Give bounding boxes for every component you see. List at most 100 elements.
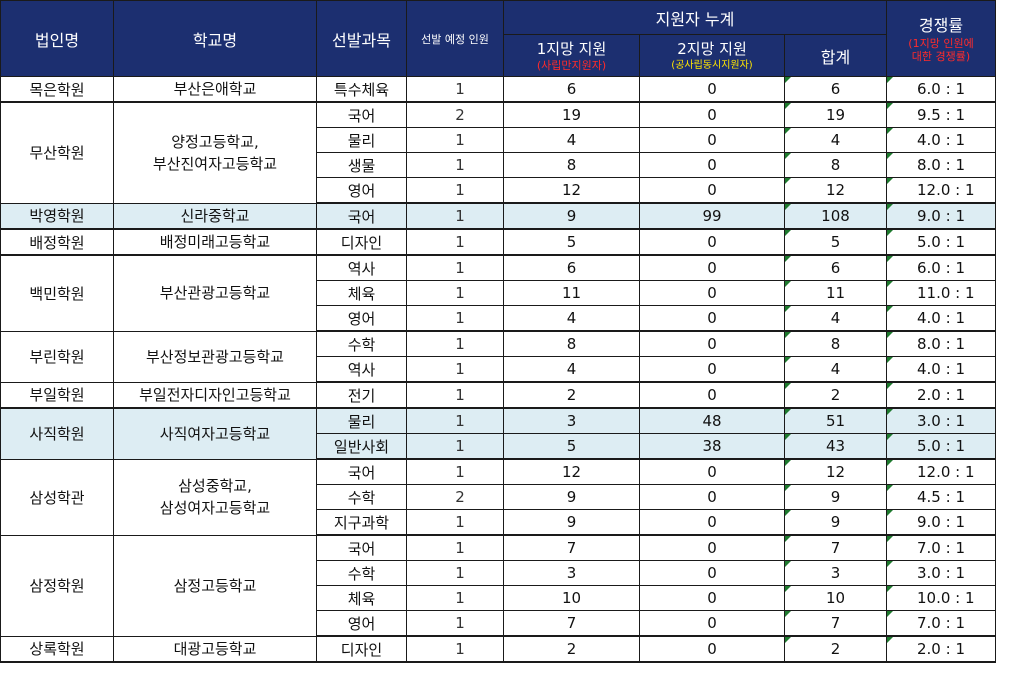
- total-cell: 7: [784, 610, 887, 637]
- subject-cell: 체육: [316, 585, 407, 611]
- subject-cell: 영어: [316, 305, 407, 332]
- subject-cell: 지구과학: [316, 509, 407, 536]
- subject-cell: 수학: [316, 484, 407, 510]
- school-name-line: 부산정보관광고등학교: [145, 347, 284, 366]
- subject-cell: 디자인: [316, 228, 407, 256]
- first-choice-cell: 5: [503, 433, 640, 460]
- second-choice-cell: 0: [639, 305, 785, 332]
- total-cell: 7: [784, 534, 887, 561]
- first-choice-cell: 8: [503, 330, 640, 357]
- table-row: 상록학원 대광고등학교 디자인 1 2 0 2 2.0 : 1: [0, 635, 996, 663]
- subject-cell: 역사: [316, 356, 407, 383]
- corp-cell: 삼정학원: [0, 534, 114, 637]
- school-cell: 사직여자고등학교: [113, 407, 317, 460]
- school-name-line: 배정미래고등학교: [159, 233, 271, 251]
- total-cell: 19: [784, 101, 887, 128]
- second-choice-cell: 0: [639, 381, 785, 409]
- second-choice-cell: 0: [639, 585, 785, 611]
- quota-cell: 1: [406, 560, 504, 586]
- subject-cell: 체육: [316, 280, 407, 306]
- total-cell: 12: [784, 458, 887, 485]
- ratio-cell: 7.0 : 1: [886, 534, 996, 561]
- first-choice-cell: 4: [503, 356, 640, 383]
- ratio-cell: 4.0 : 1: [886, 305, 996, 332]
- school-name-line: 부산관광고등학교: [159, 284, 271, 303]
- header-first-choice-label: 1지망 지원: [536, 40, 607, 58]
- school-name-line: 삼정고등학교: [173, 576, 257, 595]
- total-cell: 2: [784, 381, 887, 409]
- quota-cell: 1: [406, 585, 504, 611]
- table-row: 삼성학관 삼성중학교, 삼성여자고등학교 국어 1 12 0 12 12.0 : 1: [0, 458, 996, 536]
- table-header: 법인명 학교명 선발과목 선발 예정 인원 지원자 누계 경쟁률 (1지망 인원…: [0, 0, 996, 77]
- first-choice-cell: 11: [503, 280, 640, 306]
- table-row: 무산학원 양정고등학교, 부산진여자고등학교 국어 2 19 0 19 9.5 : 1: [0, 101, 996, 204]
- second-choice-cell: 99: [639, 202, 785, 230]
- second-choice-cell: 0: [639, 177, 785, 204]
- total-cell: 43: [784, 433, 887, 460]
- total-cell: 6: [784, 76, 887, 103]
- table-row: 배정학원 배정미래고등학교 디자인 1 5 0 5 5.0 : 1: [0, 228, 996, 256]
- table-body: 목은학원 부산은애학교 특수체육 1 6 0 6 6.0 : 1 무산학원 양정고등학교, 부산진여…: [0, 76, 996, 663]
- corp-cell: 박영학원: [0, 202, 114, 230]
- school-cell: 대광고등학교: [113, 635, 317, 663]
- total-cell: 51: [784, 407, 887, 434]
- school-cell: 신라중학교: [113, 202, 317, 230]
- header-corp: 법인명: [0, 0, 114, 77]
- first-choice-cell: 4: [503, 127, 640, 153]
- subject-cell: 디자인: [316, 635, 407, 663]
- school-cell: 삼성중학교, 삼성여자고등학교: [113, 458, 317, 536]
- first-choice-cell: 10: [503, 585, 640, 611]
- header-subject: 선발과목: [316, 0, 407, 77]
- total-cell: 4: [784, 127, 887, 153]
- total-cell: 3: [784, 560, 887, 586]
- ratio-cell: 6.0 : 1: [886, 76, 996, 103]
- subject-cell: 특수체육: [316, 76, 407, 103]
- total-cell: 5: [784, 228, 887, 256]
- quota-cell: 2: [406, 484, 504, 510]
- table-row: 목은학원 부산은애학교 특수체육 1 6 0 6 6.0 : 1: [0, 76, 996, 103]
- ratio-cell: 4.0 : 1: [886, 356, 996, 383]
- quota-cell: 1: [406, 305, 504, 332]
- subject-cell: 수학: [316, 330, 407, 357]
- school-name-line: 삼성여자고등학교: [159, 499, 271, 517]
- quota-cell: 1: [406, 509, 504, 536]
- first-choice-cell: 3: [503, 407, 640, 434]
- total-cell: 8: [784, 330, 887, 357]
- school-name-line: 대광고등학교: [173, 639, 257, 658]
- ratio-cell: 2.0 : 1: [886, 381, 996, 409]
- first-choice-cell: 12: [503, 177, 640, 204]
- school-name-line: 부산진여자고등학교: [152, 154, 278, 173]
- ratio-cell: 8.0 : 1: [886, 330, 996, 357]
- subject-cell: 일반사회: [316, 433, 407, 460]
- ratio-cell: 7.0 : 1: [886, 610, 996, 637]
- quota-cell: 1: [406, 407, 504, 434]
- ratio-cell: 8.0 : 1: [886, 152, 996, 178]
- second-choice-cell: 0: [639, 127, 785, 153]
- quota-cell: 1: [406, 458, 504, 485]
- subject-cell: 생물: [316, 152, 407, 178]
- subject-cell: 영어: [316, 177, 407, 204]
- header-quota: 선발 예정 인원: [406, 0, 504, 77]
- subject-cell: 수학: [316, 560, 407, 586]
- school-cell: 배정미래고등학교: [113, 228, 317, 256]
- total-cell: 2: [784, 635, 887, 663]
- school-name-line: 삼성중학교,: [178, 477, 252, 495]
- first-choice-cell: 4: [503, 305, 640, 332]
- second-choice-cell: 0: [639, 356, 785, 383]
- quota-cell: 1: [406, 280, 504, 306]
- table-row: 박영학원 신라중학교 국어 1 9 99 108 9.0 : 1: [0, 202, 996, 230]
- second-choice-cell: 48: [639, 407, 785, 434]
- second-choice-cell: 0: [639, 635, 785, 663]
- ratio-cell: 10.0 : 1: [886, 585, 996, 611]
- second-choice-cell: 0: [639, 484, 785, 510]
- header-first-choice: 1지망 지원 (사립만지원자): [503, 34, 640, 77]
- school-name-line: 사직여자고등학교: [159, 424, 271, 443]
- second-choice-cell: 0: [639, 534, 785, 561]
- applicant-table: 법인명 학교명 선발과목 선발 예정 인원 지원자 누계 경쟁률 (1지망 인원…: [0, 0, 996, 663]
- second-choice-cell: 0: [639, 610, 785, 637]
- quota-cell: 1: [406, 330, 504, 357]
- subject-cell: 국어: [316, 101, 407, 128]
- quota-cell: 1: [406, 127, 504, 153]
- school-cell: 삼정고등학교: [113, 534, 317, 637]
- first-choice-cell: 6: [503, 254, 640, 281]
